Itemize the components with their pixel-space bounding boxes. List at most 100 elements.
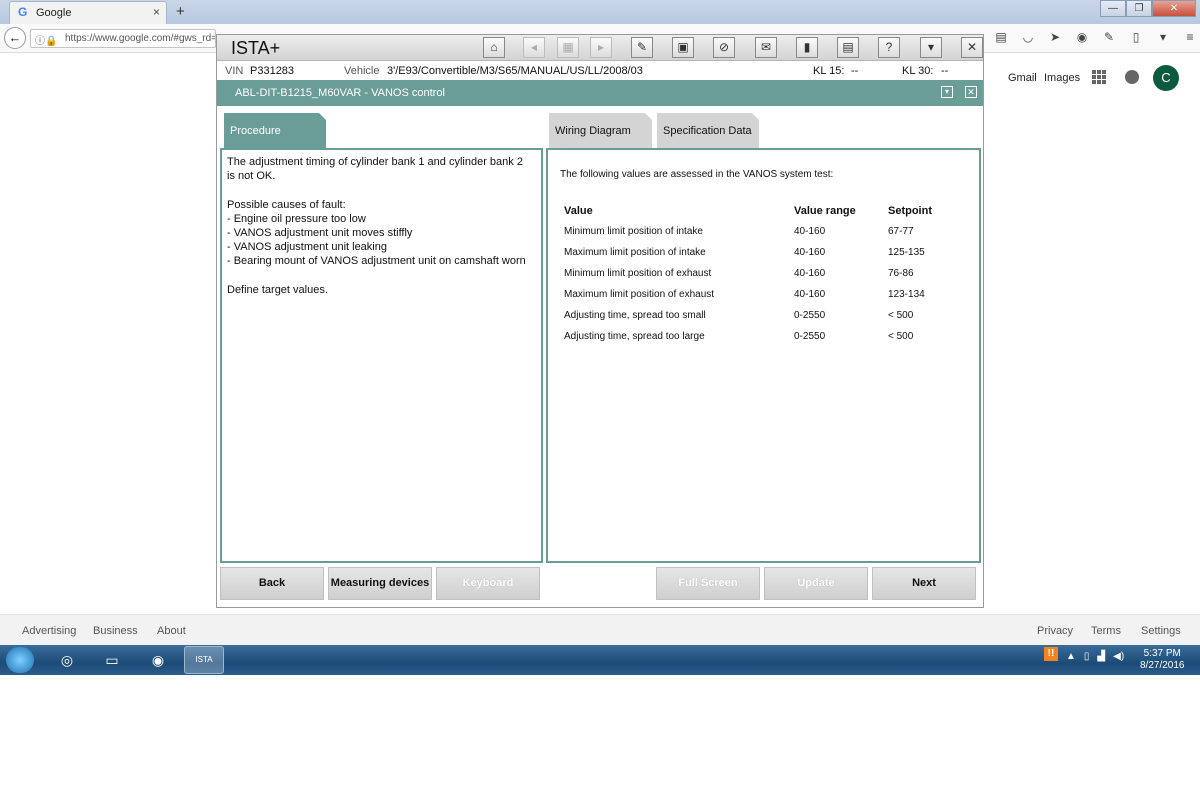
row-range: 0-2550 — [794, 331, 826, 342]
avatar[interactable]: C — [1153, 65, 1179, 91]
url-bar[interactable]: ⓘ🔒 https://www.google.com/#gws_rd=ss — [30, 29, 216, 48]
wrench-icon[interactable]: ✎ — [631, 37, 653, 58]
diagnosis-icon[interactable]: ⊘ — [713, 37, 735, 58]
back-icon[interactable]: ◂ — [523, 37, 545, 58]
ista-toolbar: ISTA+ ⌂ ◂ ▦ ▸ ✎ ▣ ⊘ ✉ ▮ ▤ ? ▾ ✕ — [217, 35, 983, 61]
pocket-icon[interactable]: ◡ — [1019, 30, 1037, 48]
procedure-text: The adjustment timing of cylinder bank 1… — [227, 156, 526, 296]
row-setpoint: 125-135 — [888, 247, 925, 258]
print-icon[interactable]: ▤ — [837, 37, 859, 58]
tab-wiring-diagram[interactable]: Wiring Diagram — [549, 113, 653, 148]
tab-procedure-label: Procedure — [230, 125, 281, 137]
row-value: Minimum limit position of intake — [564, 226, 703, 237]
images-link[interactable]: Images — [1044, 72, 1080, 84]
info-lock-icon[interactable]: ⓘ🔒 — [35, 32, 57, 47]
vehicle-label: Vehicle — [344, 65, 380, 77]
menu-icon[interactable]: ≡ — [1181, 30, 1199, 48]
update-button[interactable]: Update — [764, 567, 868, 600]
panel-minimize-icon[interactable]: ▾ — [941, 86, 953, 98]
kl30-value: -- — [941, 65, 949, 77]
vin-value: P331283 — [250, 65, 295, 77]
footer-link-advertising[interactable]: Advertising — [22, 625, 76, 637]
full-screen-button[interactable]: Full Screen — [656, 567, 760, 600]
next-button[interactable]: Next — [872, 567, 976, 600]
help-icon[interactable]: ? — [878, 37, 900, 58]
close-icon[interactable]: ✕ — [961, 37, 983, 58]
table-row: Adjusting time, spread too small 0-2550 … — [564, 305, 944, 326]
browser-back-button[interactable]: ← — [4, 27, 26, 49]
spec-table-header: Value Value range Setpoint — [564, 200, 944, 221]
send-icon[interactable]: ➤ — [1046, 30, 1064, 48]
volume-tray-icon[interactable]: ◀) — [1113, 651, 1124, 662]
windows-taskbar: ◎ ▭ ◉ ISTA !! ▲ ▯ ▟ ◀) 5:37 PM 8/27/2016 — [0, 645, 1200, 675]
signal-tray-icon[interactable]: ▟ — [1097, 651, 1105, 662]
ista-taskbar-label: ISTA — [195, 655, 213, 664]
row-setpoint: 76-86 — [888, 268, 914, 279]
row-value: Maximum limit position of exhaust — [564, 289, 715, 300]
tray-expand-icon[interactable]: ▲ — [1066, 651, 1076, 662]
warning-tray-icon[interactable]: !! — [1044, 647, 1058, 661]
tab-procedure[interactable]: Procedure — [224, 113, 327, 148]
spec-intro-text: The following values are assessed in the… — [560, 169, 834, 180]
row-setpoint: 123-134 — [888, 289, 925, 300]
start-button[interactable] — [6, 647, 34, 673]
tab-specification-data[interactable]: Specification Data — [657, 113, 760, 148]
footer-link-privacy[interactable]: Privacy — [1037, 625, 1073, 637]
firefox-taskbar-icon[interactable]: ◉ — [138, 646, 178, 674]
header-setpoint: Setpoint — [888, 204, 932, 217]
row-value: Minimum limit position of exhaust — [564, 268, 712, 279]
window-minimize-button[interactable]: — — [1100, 0, 1126, 17]
browser-tab-bar: G Google × + — ❐ ✕ — [0, 0, 1200, 24]
document-icon[interactable]: ▦ — [557, 37, 579, 58]
minimize-icon[interactable]: ▾ — [920, 37, 942, 58]
row-setpoint: 67-77 — [888, 226, 914, 237]
table-row: Maximum limit position of intake 40-160 … — [564, 242, 944, 263]
row-setpoint: < 500 — [888, 331, 914, 342]
taskbar-clock[interactable]: 5:37 PM 8/27/2016 — [1140, 648, 1185, 672]
back-button[interactable]: Back — [220, 567, 324, 600]
home-icon[interactable]: ⌂ — [483, 37, 505, 58]
battery-icon[interactable]: ▮ — [796, 37, 818, 58]
browser-toolbar-icons: ▤ ◡ ➤ ◉ ✎ ▯ ▾ ≡ — [992, 30, 1199, 48]
new-tab-button[interactable]: + — [176, 3, 185, 20]
window-maximize-button[interactable]: ❐ — [1126, 0, 1152, 17]
browser-tab-title: Google — [36, 7, 72, 19]
footer-link-terms[interactable]: Terms — [1091, 625, 1121, 637]
tab-close-icon[interactable]: × — [153, 5, 160, 19]
extension-icon[interactable]: ✎ — [1100, 30, 1118, 48]
measuring-devices-button[interactable]: Measuring devices — [328, 567, 432, 600]
window-close-button[interactable]: ✕ — [1152, 0, 1196, 17]
vehicle-icon[interactable]: ▣ — [672, 37, 694, 58]
mail-icon[interactable]: ✉ — [755, 37, 777, 58]
forward-icon[interactable]: ▸ — [590, 37, 612, 58]
panel-close-icon[interactable]: ✕ — [965, 86, 977, 98]
row-range: 0-2550 — [794, 310, 826, 321]
gmail-link[interactable]: Gmail — [1008, 72, 1037, 84]
table-row: Minimum limit position of exhaust 40-160… — [564, 263, 944, 284]
kl15-value: -- — [851, 65, 859, 77]
table-row: Maximum limit position of exhaust 40-160… — [564, 284, 944, 305]
row-value: Adjusting time, spread too large — [564, 331, 705, 342]
keyboard-button[interactable]: Keyboard — [436, 567, 540, 600]
app-title: ISTA+ — [231, 38, 281, 58]
row-range: 40-160 — [794, 247, 826, 258]
ista-taskbar-button[interactable]: ISTA — [184, 646, 224, 674]
footer-link-settings[interactable]: Settings — [1141, 625, 1181, 637]
footer-link-about[interactable]: About — [157, 625, 186, 637]
browser-tab-google[interactable]: G Google × — [9, 1, 167, 24]
explorer-taskbar-icon[interactable]: ▭ — [92, 646, 132, 674]
battery-tray-icon[interactable]: ▯ — [1084, 651, 1090, 662]
clipboard-icon[interactable]: ▯ — [1127, 30, 1145, 48]
row-value: Maximum limit position of intake — [564, 247, 706, 258]
chat-icon[interactable]: ◉ — [1073, 30, 1091, 48]
footer-link-business[interactable]: Business — [93, 625, 138, 637]
spec-table: Value Value range Setpoint Minimum limit… — [564, 200, 944, 347]
tab-wiring-label: Wiring Diagram — [555, 125, 631, 137]
library-icon[interactable]: ▤ — [992, 30, 1010, 48]
apps-grid-icon[interactable] — [1092, 70, 1106, 84]
chrome-taskbar-icon[interactable]: ◎ — [47, 646, 87, 674]
notifications-bell-icon[interactable] — [1125, 70, 1139, 84]
clock-date: 8/27/2016 — [1140, 660, 1185, 671]
overflow-chevron-icon[interactable]: ▾ — [1154, 30, 1172, 48]
url-text: https://www.google.com/#gws_rd=ss — [65, 33, 215, 44]
